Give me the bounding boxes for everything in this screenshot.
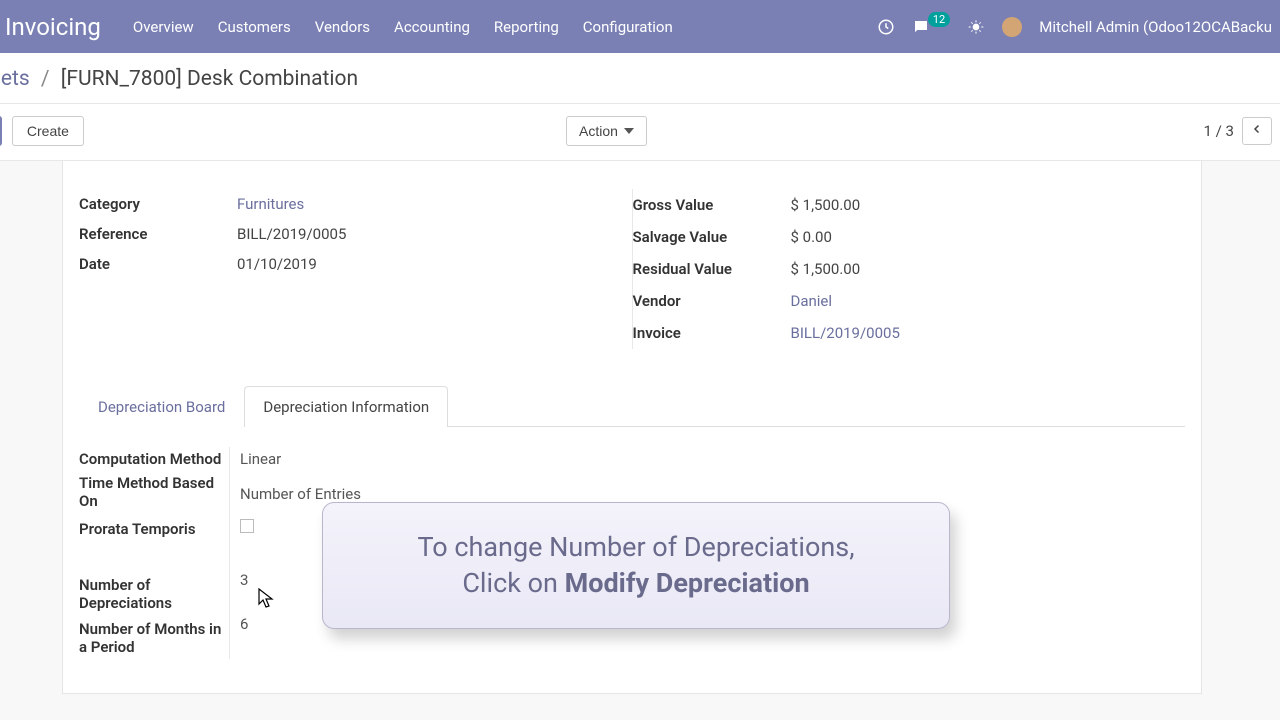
reference-label: Reference — [79, 225, 237, 243]
prorata-temporis-label: Prorata Temporis — [79, 520, 229, 538]
invoice-label: Invoice — [633, 324, 791, 342]
tab-bar: Depreciation Board Depreciation Informat… — [79, 385, 1185, 427]
action-toolbar: t Create Action 1 / 3 — [0, 104, 1280, 161]
breadcrumb: sets / [FURN_7800] Desk Combination — [0, 67, 1280, 91]
right-column: Gross Value $ 1,500.00 Salvage Value $ 0… — [633, 189, 1186, 349]
computation-method-label: Computation Method — [79, 450, 229, 468]
pager-count: 1 / 3 — [1204, 122, 1235, 140]
user-name-label[interactable]: Mitchell Admin (Odoo12OCABacku — [1039, 18, 1272, 36]
nav-accounting[interactable]: Accounting — [382, 18, 482, 36]
action-dropdown[interactable]: Action — [566, 116, 647, 146]
action-label: Action — [579, 123, 618, 139]
breadcrumb-bar: sets / [FURN_7800] Desk Combination — [0, 53, 1280, 104]
bug-icon[interactable] — [967, 18, 985, 36]
invoice-value[interactable]: BILL/2019/0005 — [791, 324, 900, 342]
nav-vendors[interactable]: Vendors — [303, 18, 382, 36]
residual-value: $ 1,500.00 — [791, 260, 861, 278]
breadcrumb-current: [FURN_7800] Desk Combination — [61, 67, 358, 91]
time-method-value: Number of Entries — [240, 485, 361, 503]
residual-value-label: Residual Value — [633, 260, 791, 278]
chevron-down-icon — [624, 128, 634, 134]
header-fields: Category Furnitures Reference BILL/2019/… — [63, 189, 1201, 349]
category-value[interactable]: Furnitures — [237, 195, 304, 213]
time-method-label: Time Method Based On — [79, 474, 229, 510]
nav-reporting[interactable]: Reporting — [482, 18, 571, 36]
breadcrumb-parent[interactable]: sets — [0, 67, 30, 91]
category-label: Category — [79, 195, 237, 213]
left-column: Category Furnitures Reference BILL/2019/… — [79, 189, 633, 349]
number-months-value: 6 — [240, 615, 248, 633]
tooltip-line2a: Click on — [462, 567, 564, 599]
user-avatar[interactable] — [1002, 17, 1022, 37]
tab-depreciation-information[interactable]: Depreciation Information — [244, 386, 448, 427]
computation-method-value: Linear — [240, 450, 281, 468]
nav-customers[interactable]: Customers — [206, 18, 303, 36]
instruction-tooltip: To change Number of Depreciations, Click… — [322, 502, 950, 629]
nav-menu: Overview Customers Vendors Accounting Re… — [121, 18, 685, 36]
app-brand[interactable]: Invoicing — [0, 13, 121, 41]
nav-overview[interactable]: Overview — [121, 18, 206, 36]
tab-depreciation-board[interactable]: Depreciation Board — [79, 386, 244, 427]
vendor-value[interactable]: Daniel — [791, 292, 833, 310]
breadcrumb-separator: / — [35, 67, 56, 91]
clock-icon[interactable] — [877, 18, 895, 36]
message-count-badge: 12 — [928, 12, 950, 27]
salvage-value: $ 0.00 — [791, 228, 832, 246]
date-value: 01/10/2019 — [237, 255, 317, 273]
prorata-temporis-checkbox[interactable] — [240, 519, 254, 533]
salvage-value-label: Salvage Value — [633, 228, 791, 246]
create-button[interactable]: Create — [12, 116, 84, 146]
edit-button[interactable]: t — [0, 116, 2, 146]
messages-button[interactable]: 12 — [912, 18, 950, 36]
top-navbar: Invoicing Overview Customers Vendors Acc… — [0, 0, 1280, 53]
number-depreciations-label: Number of Depreciations — [79, 576, 229, 612]
number-depreciations-value: 3 — [240, 571, 248, 589]
tooltip-line2b: Modify Depreciation — [565, 567, 810, 599]
reference-value: BILL/2019/0005 — [237, 225, 346, 243]
number-months-label: Number of Months in a Period — [79, 620, 229, 656]
gross-value-label: Gross Value — [633, 196, 791, 214]
tooltip-line1: To change Number of Depreciations, — [353, 529, 919, 565]
date-label: Date — [79, 255, 237, 273]
nav-configuration[interactable]: Configuration — [571, 18, 685, 36]
topbar-right: 12 Mitchell Admin (Odoo12OCABacku — [877, 17, 1272, 37]
pager-prev-button[interactable] — [1242, 117, 1272, 145]
pager: 1 / 3 — [1204, 117, 1273, 145]
gross-value: $ 1,500.00 — [791, 196, 861, 214]
vendor-label: Vendor — [633, 292, 791, 310]
